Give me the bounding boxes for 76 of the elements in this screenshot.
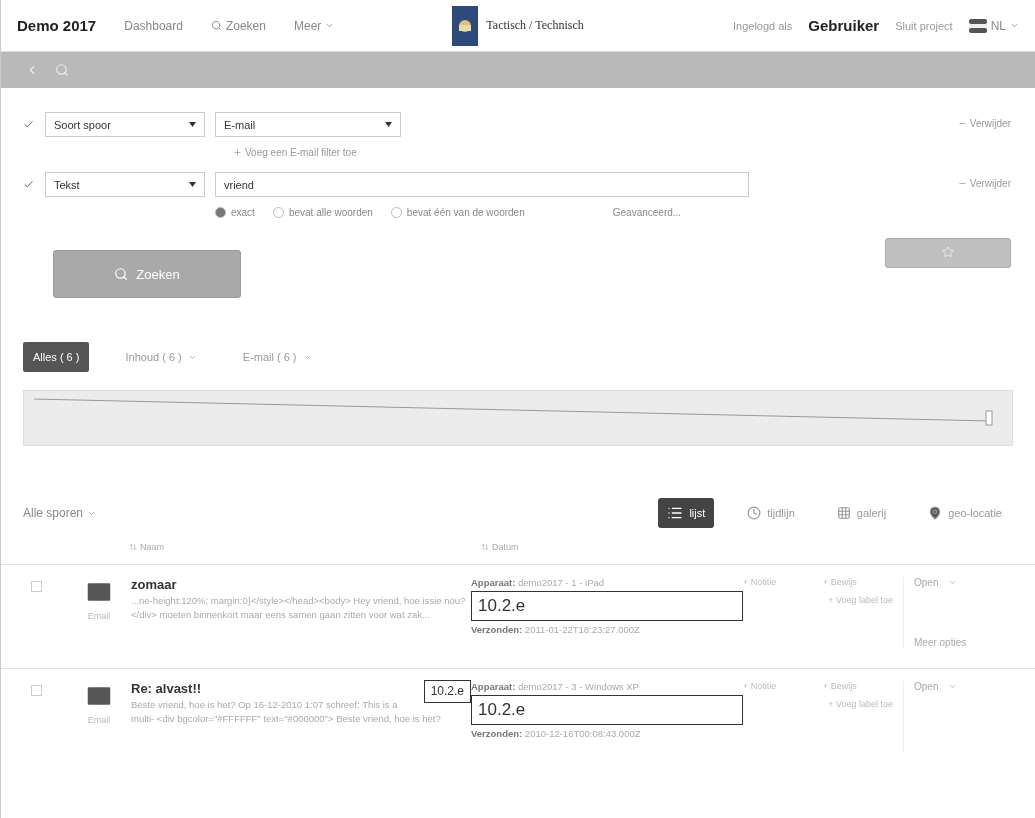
row-checkbox[interactable] xyxy=(31,685,42,696)
type-label: Email xyxy=(87,611,111,621)
item-title[interactable]: zomaar xyxy=(131,577,177,592)
search-input[interactable]: vriend xyxy=(215,172,749,197)
caret-icon xyxy=(325,21,335,30)
crest-logo xyxy=(452,5,479,46)
advanced-link[interactable]: Geavanceerd... xyxy=(612,207,682,218)
open-menu[interactable]: Open xyxy=(914,577,993,588)
column-header[interactable]: Datum xyxy=(481,542,1035,552)
caret-icon xyxy=(948,682,958,691)
brand-title[interactable]: Demo 2017 xyxy=(17,17,97,34)
search-button[interactable]: Zoeken xyxy=(53,250,241,298)
plus-icon xyxy=(233,148,242,157)
result-tab[interactable]: E-mail ( 6 ) xyxy=(232,342,322,372)
language-menu[interactable]: NL xyxy=(968,18,1019,33)
caret-icon xyxy=(1010,21,1019,30)
caret-icon xyxy=(189,182,196,187)
add-filter-link[interactable]: Voeg een E-mail filter toe xyxy=(233,147,401,158)
match-radio[interactable]: exact xyxy=(215,207,255,218)
type-label: Email xyxy=(87,715,111,725)
list-icon xyxy=(667,505,684,521)
result-tab[interactable]: Inhoud ( 6 ) xyxy=(115,342,207,372)
view-tab[interactable]: lijst xyxy=(658,498,715,528)
nav-link[interactable]: Meer xyxy=(293,18,335,33)
pin-icon xyxy=(928,506,943,520)
check-icon xyxy=(22,118,34,130)
nav-link[interactable]: Dashboard xyxy=(124,18,183,33)
redaction-label: 10.2.e xyxy=(471,695,743,725)
result-tab[interactable]: Alles ( 6 ) xyxy=(23,342,90,372)
note-link[interactable]: + Notitie xyxy=(743,681,823,691)
redaction-label: 10.2.e xyxy=(471,591,743,621)
nav-link[interactable]: Zoeken xyxy=(210,18,266,33)
device-text: Apparaat: demo2017 - 1 - iPad xyxy=(471,577,606,588)
caret-icon xyxy=(189,122,196,127)
field-select[interactable]: Tekst xyxy=(45,172,205,197)
item-title[interactable]: Re: alvast!! xyxy=(131,681,202,696)
redaction-label: 10.2.e xyxy=(423,680,471,704)
trace-filter-menu[interactable]: Alle sporen xyxy=(23,506,97,520)
note-link[interactable]: + Notitie xyxy=(743,577,823,587)
save-button[interactable] xyxy=(885,238,1011,268)
sort-icon xyxy=(129,543,137,551)
search-icon[interactable] xyxy=(55,63,69,77)
column-header[interactable]: Naam xyxy=(129,542,481,552)
more-options-link[interactable]: Meer opties xyxy=(914,637,993,648)
sent-text: Verzonden: 2010-12-16T00:08:43.000Z xyxy=(471,728,642,739)
search-icon xyxy=(210,20,222,31)
device-text: Apparaat: demo2017 - 3 - Windows XP xyxy=(471,681,640,692)
open-menu[interactable]: Open xyxy=(914,681,993,692)
field-select[interactable]: Soort spoor xyxy=(45,112,205,137)
value-select[interactable]: E-mail xyxy=(215,112,401,137)
star-icon xyxy=(942,245,954,258)
clock-icon xyxy=(747,506,762,520)
grid-icon xyxy=(836,506,851,520)
sort-icon xyxy=(481,543,489,551)
remove-link[interactable]: Verwijder xyxy=(957,178,1011,189)
close-project-link[interactable]: Sluit project xyxy=(895,19,953,32)
context-title: Tactisch / Technisch xyxy=(486,18,584,33)
item-snippet: ...ne-height:120%; margin:0}</style></head><body> Hey vriend, hoe issie nou? </div> moeten binnenkort maar eens samen gaan zitten voor wat zak... xyxy=(131,595,466,620)
evidence-link[interactable]: + Bewijs xyxy=(823,681,903,691)
sent-text: Verzonden: 2011-01-22T18:23:27.000Z xyxy=(471,624,641,635)
add-label-link[interactable]: + Voeg label toe xyxy=(743,699,903,709)
match-radio[interactable]: bevat alle woorden xyxy=(272,207,373,218)
caret-icon xyxy=(948,578,958,587)
remove-link[interactable]: Verwijder xyxy=(957,118,1011,129)
user-name[interactable]: Gebruiker xyxy=(808,17,880,34)
check-icon xyxy=(22,178,34,190)
evidence-link[interactable]: + Bewijs xyxy=(823,577,903,587)
add-label-link[interactable]: + Voeg label toe xyxy=(743,595,903,605)
match-radio[interactable]: bevat één van de woorden xyxy=(390,207,525,218)
row-checkbox[interactable] xyxy=(31,581,42,592)
login-label: Ingelogd als xyxy=(732,19,793,32)
view-tab[interactable]: tijdlijn xyxy=(738,498,804,528)
view-tab[interactable]: geo-locatie xyxy=(919,498,1011,528)
caret-icon xyxy=(385,122,392,127)
search-icon xyxy=(114,267,129,281)
view-tab[interactable]: galerij xyxy=(827,498,896,528)
